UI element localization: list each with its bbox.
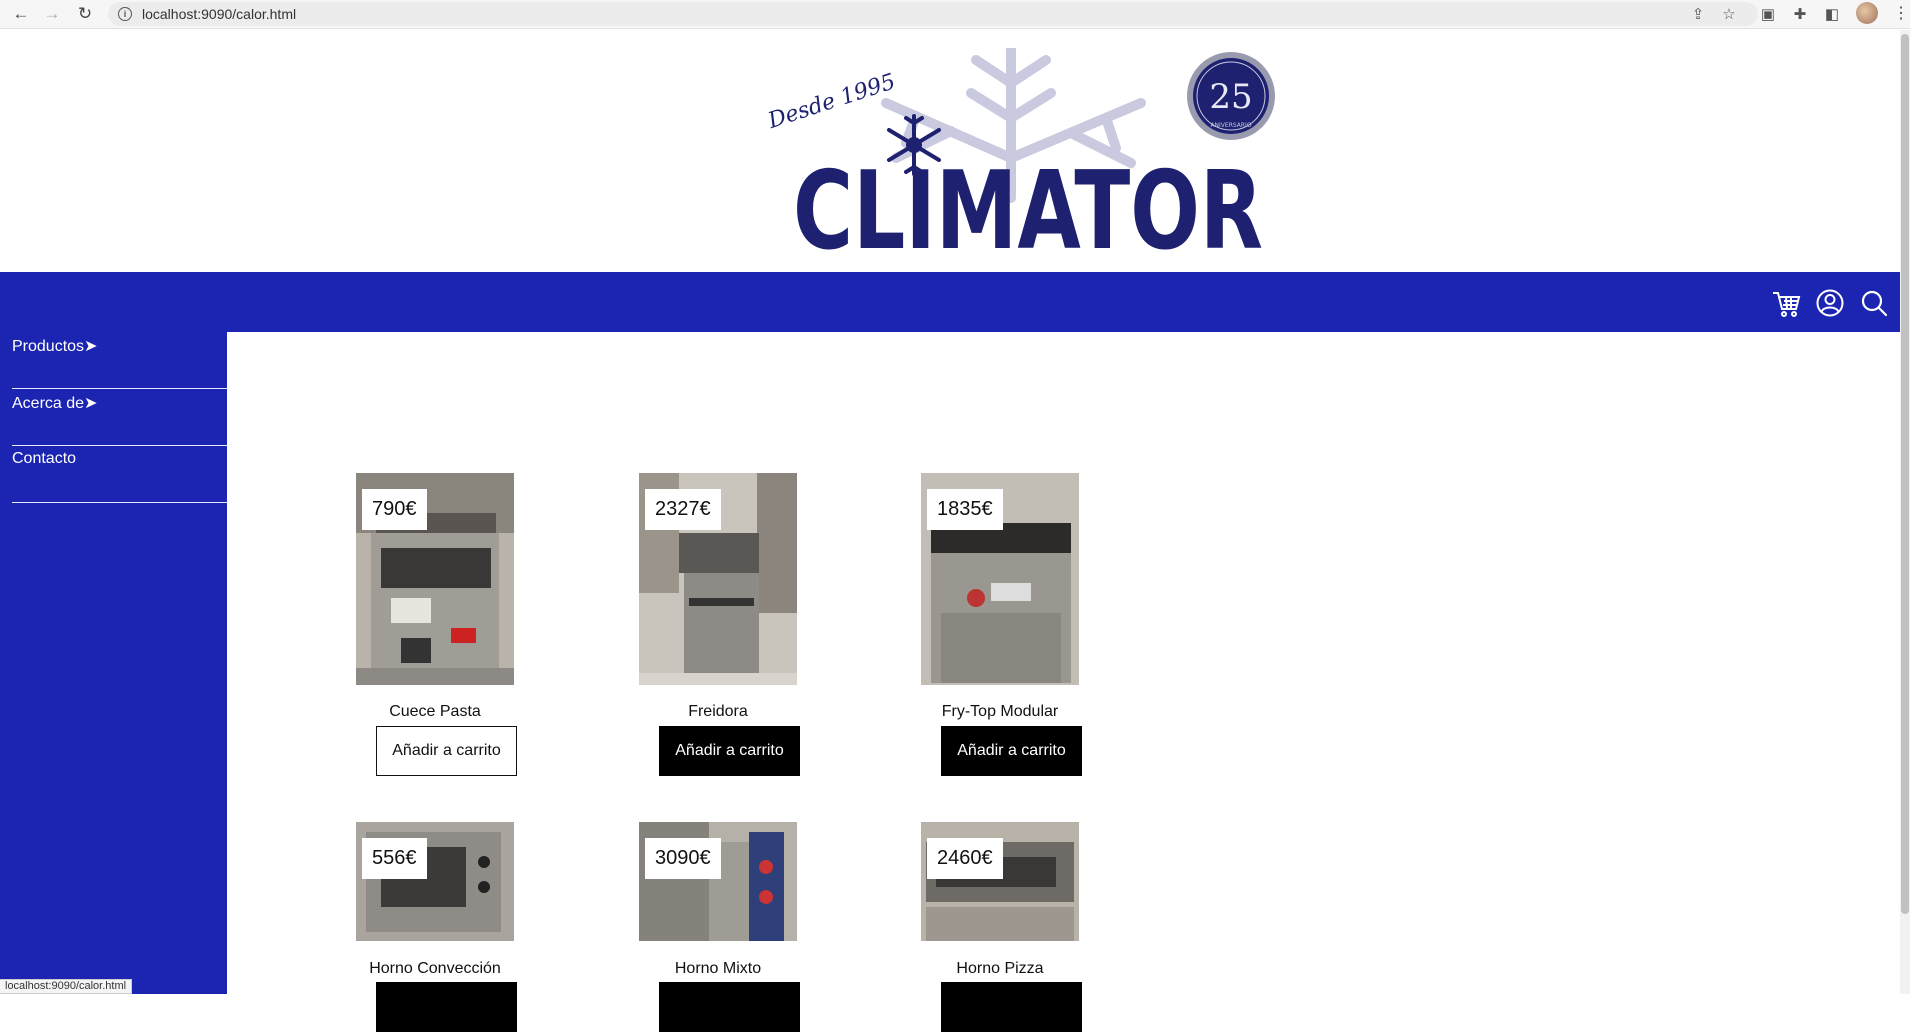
cart-icon[interactable]: [1771, 288, 1801, 318]
svg-text:25: 25: [1209, 77, 1252, 117]
url-text: localhost:9090/calor.html: [142, 6, 297, 22]
add-to-cart-button[interactable]: [659, 982, 800, 1032]
add-to-cart-button[interactable]: Añadir a carrito: [941, 726, 1082, 776]
sidebar-nav: Productos➤ Acerca de➤ Contacto: [0, 332, 227, 994]
logo-tagline: Desde 1995: [766, 69, 899, 134]
product-price: 1835€: [927, 489, 1003, 530]
add-to-cart-button[interactable]: [376, 982, 517, 1032]
status-bar: localhost:9090/calor.html: [0, 979, 133, 994]
side-panel-icon[interactable]: ◧: [1822, 4, 1842, 24]
reload-icon[interactable]: ↻: [74, 3, 96, 25]
profile-avatar[interactable]: [1856, 2, 1878, 24]
browser-toolbar: ← → ↻ i localhost:9090/calor.html ⇪ ☆ ▣ …: [0, 0, 1910, 29]
forward-icon[interactable]: →: [41, 3, 63, 25]
product-name: Horno Mixto: [674, 960, 762, 977]
sidebar-item-label: Productos➤: [12, 338, 98, 355]
sidebar-item-contacto[interactable]: Contacto: [12, 446, 227, 503]
site-info-icon[interactable]: i: [118, 7, 132, 21]
add-to-cart-button[interactable]: [941, 982, 1082, 1032]
user-icon[interactable]: [1815, 288, 1845, 318]
product-price: 2327€: [645, 489, 721, 530]
menu-icon[interactable]: ⋮: [1893, 3, 1909, 23]
site-header: Desde 1995 25 ANIVERSARIO CLIMATOR: [0, 30, 1900, 272]
product-name: Freidora: [688, 703, 748, 720]
climator-logo[interactable]: Desde 1995 25 ANIVERSARIO CLIMATOR: [766, 48, 1286, 258]
add-to-cart-button[interactable]: Añadir a carrito: [659, 726, 800, 776]
sidebar-item-productos[interactable]: Productos➤: [12, 332, 227, 389]
search-icon[interactable]: [1859, 288, 1889, 318]
anniversary-badge: 25 ANIVERSARIO: [1187, 52, 1275, 140]
product-price: 3090€: [645, 838, 721, 879]
address-bar[interactable]: [108, 2, 1758, 26]
scrollbar-thumb[interactable]: [1901, 34, 1909, 914]
product-name: Horno Convección: [369, 960, 501, 977]
sidebar-item-acerca-de[interactable]: Acerca de➤: [12, 389, 227, 446]
product-name: Fry-Top Modular: [941, 703, 1059, 720]
product-price: 2460€: [927, 838, 1003, 879]
product-price: 556€: [362, 838, 427, 879]
page-scrollbar[interactable]: [1900, 30, 1910, 994]
product-name: Horno Pizza: [956, 960, 1044, 977]
product-price: 790€: [362, 489, 427, 530]
add-to-cart-button[interactable]: Añadir a carrito: [376, 726, 517, 776]
puzzle-icon[interactable]: ✚: [1790, 4, 1810, 24]
sidebar-item-label: Contacto: [12, 450, 77, 467]
svg-text:ANIVERSARIO: ANIVERSARIO: [1210, 122, 1251, 129]
logo-wordmark: CLIMATOR: [793, 149, 1263, 258]
share-icon[interactable]: ⇪: [1688, 4, 1708, 24]
extension-icon[interactable]: ▣: [1758, 4, 1778, 24]
product-name: Cuece Pasta: [389, 703, 481, 720]
top-navbar: [0, 272, 1900, 332]
back-icon[interactable]: ←: [10, 3, 32, 25]
bookmark-star-icon[interactable]: ☆: [1719, 4, 1739, 24]
sidebar-item-label: Acerca de➤: [12, 395, 98, 412]
